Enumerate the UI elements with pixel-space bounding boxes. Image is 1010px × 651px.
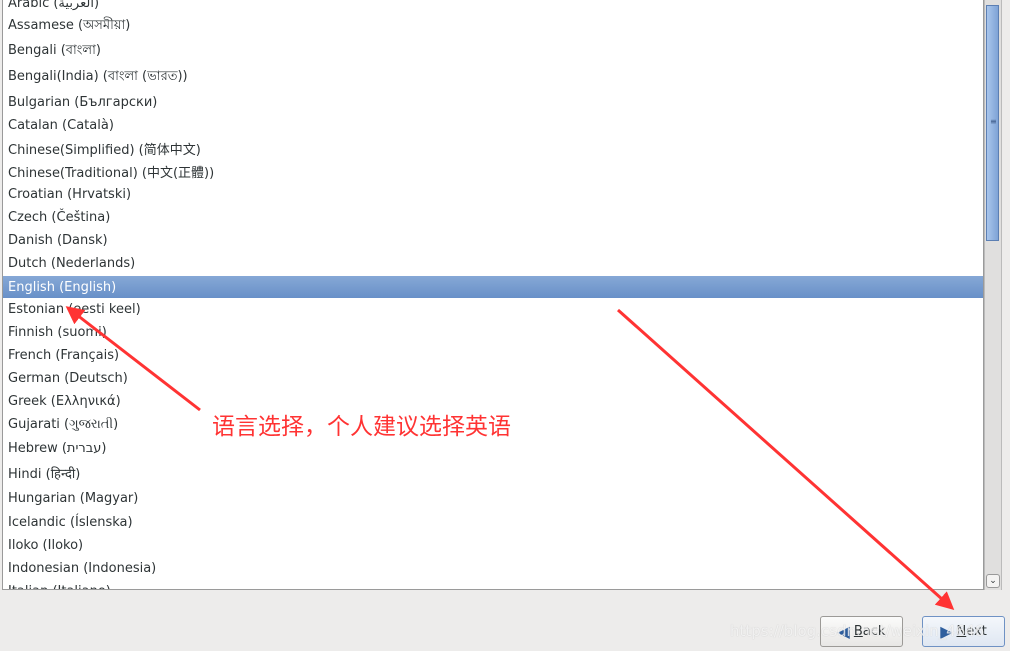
- language-item[interactable]: Indonesian (Indonesia): [3, 557, 983, 580]
- language-item[interactable]: Bengali(India) (বাংলা (ভারত)): [3, 64, 983, 90]
- language-item[interactable]: Bulgarian (Български): [3, 90, 983, 114]
- vertical-scrollbar[interactable]: ≡ ⌄: [984, 0, 1002, 590]
- language-item[interactable]: English (English): [3, 276, 983, 298]
- back-label: Back: [854, 624, 886, 639]
- language-item[interactable]: Italian (Italiano): [3, 580, 983, 589]
- language-item[interactable]: Chinese(Traditional) (中文(正體)): [3, 160, 983, 183]
- back-mnemonic: B: [853, 624, 863, 639]
- annotation-text: 语言选择，个人建议选择英语: [212, 414, 511, 440]
- language-item[interactable]: Iloko (Iloko): [3, 534, 983, 557]
- language-item[interactable]: Bengali (বাংলা): [3, 38, 983, 64]
- arrow-right-icon: ▶: [940, 622, 953, 641]
- language-item[interactable]: Hungarian (Magyar): [3, 485, 983, 511]
- language-list[interactable]: Arabic (العربية) Assamese (অসমীয়া) Bengal…: [2, 0, 984, 590]
- language-item[interactable]: French (Français): [3, 344, 983, 367]
- next-label: Next: [957, 624, 987, 639]
- back-label-rest: ack: [862, 624, 886, 639]
- language-item[interactable]: German (Deutsch): [3, 367, 983, 390]
- language-item[interactable]: Croatian (Hrvatski): [3, 183, 983, 206]
- language-item[interactable]: Dutch (Nederlands): [3, 252, 983, 275]
- language-item[interactable]: Catalan (Català): [3, 114, 983, 137]
- language-item[interactable]: Estonian (eesti keel): [3, 298, 983, 321]
- next-label-rest: ext: [966, 624, 987, 639]
- next-button[interactable]: ▶ Next: [922, 616, 1005, 647]
- language-item[interactable]: Danish (Dansk): [3, 229, 983, 252]
- next-mnemonic: N: [956, 624, 967, 639]
- language-item[interactable]: Finnish (suomi): [3, 321, 983, 344]
- language-item[interactable]: Icelandic (Íslenska): [3, 511, 983, 534]
- scroll-down-button[interactable]: ⌄: [986, 574, 1000, 588]
- arrow-left-icon: ◀: [837, 622, 850, 641]
- grip-icon: ≡: [990, 117, 997, 126]
- language-item[interactable]: Assamese (অসমীয়া): [3, 14, 983, 38]
- language-item[interactable]: Chinese(Simplified) (简体中文): [3, 137, 983, 160]
- chevron-down-icon: ⌄: [989, 576, 997, 586]
- scrollbar-thumb[interactable]: ≡: [986, 5, 999, 241]
- language-item[interactable]: Hindi (हिन्दी): [3, 460, 983, 485]
- back-button[interactable]: ◀ Back: [820, 616, 903, 647]
- language-item[interactable]: Arabic (العربية): [3, 0, 983, 14]
- language-item[interactable]: Czech (Čeština): [3, 206, 983, 229]
